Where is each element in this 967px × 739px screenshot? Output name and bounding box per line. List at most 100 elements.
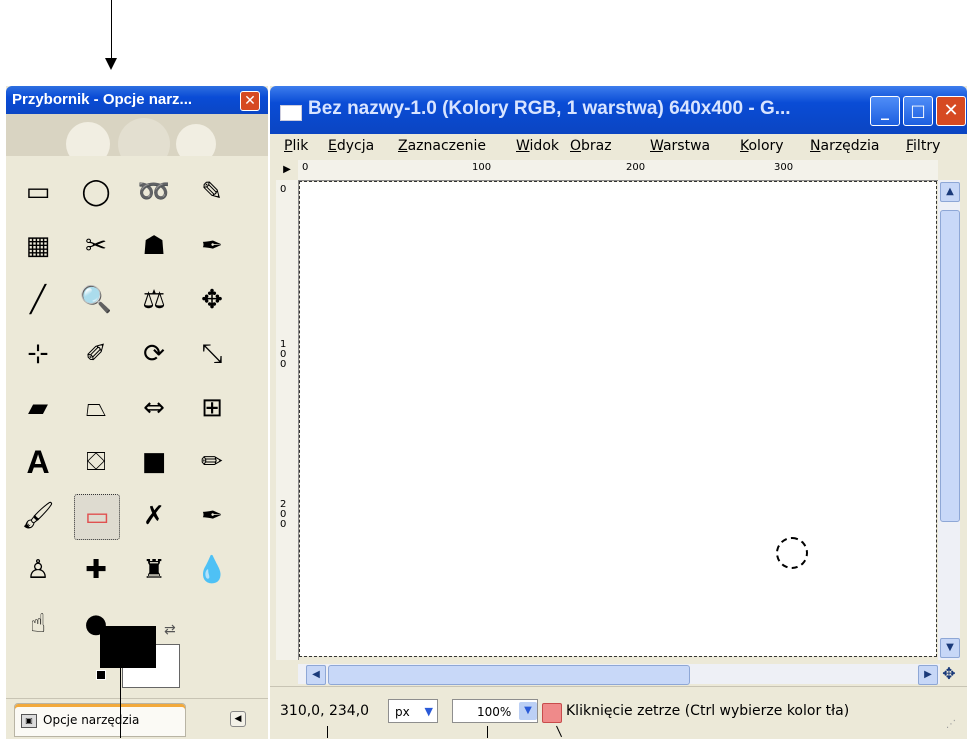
vertical-scroll-thumb[interactable] <box>940 210 960 522</box>
horizontal-scroll-thumb[interactable] <box>328 665 690 685</box>
select-by-color-tool-icon[interactable]: ▦ <box>16 224 60 268</box>
vertical-scrollbar[interactable]: ▲ ▼ <box>938 180 960 660</box>
unit-select[interactable]: px ▼ <box>388 699 438 723</box>
annotation-line-coords <box>327 726 328 738</box>
color-picker-tool-icon[interactable]: ╱ <box>16 278 60 322</box>
toolbox-tabbar: ▣ Opcje narzędzia ◀ <box>6 698 268 739</box>
horizontal-ruler[interactable]: 0 100 200 300 <box>298 160 938 181</box>
toolbox-window: Przybornik - Opcje narz... ✕ ▭ ◯ ➿ ✎ ▦ ✂ ☗ ✒ ╱ 🔍 ⚖… <box>6 86 268 739</box>
ruler-h-label: 300 <box>774 162 794 173</box>
crop-tool-icon[interactable]: ✐ <box>74 332 118 376</box>
eraser-status-icon <box>542 703 562 723</box>
status-hint: Kliknięcie zetrze (Ctrl wybierze kolor t… <box>566 703 850 719</box>
paintbrush-tool-icon[interactable]: 🖌 <box>16 494 60 538</box>
annotation-arrow-line <box>111 0 112 58</box>
menu-item-zaznaczenie[interactable]: Zaznaczenie <box>398 138 486 154</box>
menu-item-widok[interactable]: Widok <box>516 138 559 154</box>
pencil-tool-icon[interactable]: ✏ <box>190 440 234 484</box>
tab-menu-arrow-icon[interactable]: ◀ <box>230 711 246 727</box>
measure-tool-icon[interactable]: ⚖ <box>132 278 176 322</box>
image-close-button[interactable]: ✕ <box>936 96 966 126</box>
smudge-tool-icon[interactable]: ☝ <box>16 602 60 646</box>
scroll-left-icon[interactable]: ◀ <box>306 665 326 685</box>
foreground-color-swatch[interactable] <box>100 626 156 668</box>
menubar: Plik Edycja Zaznaczenie Widok Obraz Warstwa Ko… <box>270 134 967 160</box>
annotation-arrow-head <box>105 58 117 70</box>
scroll-right-icon[interactable]: ▶ <box>918 665 938 685</box>
scale-tool-icon[interactable]: ⤡ <box>190 332 234 376</box>
menu-item-kolory[interactable]: Kolory <box>740 138 784 154</box>
cage-transform-tool-icon[interactable]: ⊞ <box>190 386 234 430</box>
bucket-fill-tool-icon[interactable]: ⛋ <box>74 440 118 484</box>
maximize-button[interactable]: □ <box>903 96 933 126</box>
shear-tool-icon[interactable]: ▰ <box>16 386 60 430</box>
perspective-clone-tool-icon[interactable]: ♜ <box>132 548 176 592</box>
toolbox-titlebar[interactable]: Przybornik - Opcje narz... ✕ <box>6 86 268 114</box>
color-area[interactable]: ⇄ <box>94 622 184 690</box>
menu-item-edycja[interactable]: Edycja <box>328 138 374 154</box>
image-canvas[interactable] <box>299 181 937 657</box>
free-select-tool-icon[interactable]: ➿ <box>132 170 176 214</box>
rect-select-tool-icon[interactable]: ▭ <box>16 170 60 214</box>
eraser-brush-outline <box>776 537 808 569</box>
align-tool-icon[interactable]: ⊹ <box>16 332 60 376</box>
ruler-v-label: 0 <box>280 184 287 195</box>
clone-tool-icon[interactable]: ♙ <box>16 548 60 592</box>
fuzzy-select-tool-icon[interactable]: ✎ <box>190 170 234 214</box>
foreground-select-tool-icon[interactable]: ☗ <box>132 224 176 268</box>
eraser-tool-icon[interactable]: ▭ <box>74 494 120 540</box>
annotation-line-colors <box>120 648 121 738</box>
ellipse-select-tool-icon[interactable]: ◯ <box>74 170 118 214</box>
quick-mask-toggle-icon[interactable]: ▶ <box>276 160 298 180</box>
vertical-ruler[interactable]: 0 1 0 0 2 0 0 <box>276 180 299 660</box>
horizontal-scrollbar[interactable]: ◀ ▶ <box>298 664 940 685</box>
ruler-h-label: 0 <box>302 162 309 173</box>
rotate-tool-icon[interactable]: ⟳ <box>132 332 176 376</box>
window-icon <box>280 105 302 121</box>
tab-tool-options[interactable]: ▣ Opcje narzędzia <box>14 703 186 737</box>
ink-tool-icon[interactable]: ✒ <box>190 494 234 538</box>
paths-tool-icon[interactable]: ✒ <box>190 224 234 268</box>
move-tool-icon[interactable]: ✥ <box>190 278 234 322</box>
minimize-button[interactable]: _ <box>870 96 900 126</box>
resize-grip-icon[interactable]: ⋰ <box>946 719 956 730</box>
heal-tool-icon[interactable]: ✚ <box>74 548 118 592</box>
tab-tool-options-label: Opcje narzędzia <box>43 713 140 727</box>
chevron-down-icon[interactable]: ▼ <box>425 700 433 724</box>
annotation-line-zoom <box>487 726 488 738</box>
flip-tool-icon[interactable]: ⇔ <box>132 386 176 430</box>
menu-item-obraz[interactable]: Obraz <box>570 138 612 154</box>
airbrush-tool-icon[interactable]: ✗ <box>132 494 176 538</box>
menu-item-plik[interactable]: Plik <box>284 138 308 154</box>
scroll-down-icon[interactable]: ▼ <box>940 638 960 658</box>
menu-item-filtry[interactable]: Filtry <box>906 138 940 154</box>
ruler-v-label: 1 0 0 <box>280 339 287 370</box>
navigate-icon[interactable]: ✥ <box>938 664 960 684</box>
unit-value: px <box>395 705 410 719</box>
swap-colors-icon[interactable]: ⇄ <box>164 622 176 638</box>
image-window: Bez nazwy-1.0 (Kolory RGB, 1 warstwa) 64… <box>270 86 967 739</box>
ruler-h-label: 200 <box>626 162 646 173</box>
zoom-select[interactable]: 100% ▼ <box>452 699 538 723</box>
default-colors-icon[interactable] <box>96 670 106 680</box>
image-title: Bez nazwy-1.0 (Kolory RGB, 1 warstwa) 64… <box>308 98 791 119</box>
blur-sharpen-tool-icon[interactable]: 💧 <box>190 548 234 592</box>
statusbar: 310,0, 234,0 px ▼ 100% ▼ Kliknięcie zetr… <box>270 686 967 739</box>
menu-item-warstwa[interactable]: Warstwa <box>650 138 710 154</box>
image-titlebar[interactable]: Bez nazwy-1.0 (Kolory RGB, 1 warstwa) 64… <box>270 86 967 134</box>
ruler-h-label: 100 <box>472 162 492 173</box>
toolbox-close-button[interactable]: ✕ <box>240 91 260 111</box>
menu-item-narzędzia[interactable]: Narzędzia <box>810 138 880 154</box>
chevron-down-icon[interactable]: ▼ <box>519 702 537 720</box>
scroll-up-icon[interactable]: ▲ <box>940 182 960 202</box>
zoom-value: 100% <box>477 705 512 719</box>
wilber-logo <box>6 114 268 156</box>
pointer-coordinates: 310,0, 234,0 <box>280 703 370 719</box>
toolbox-title: Przybornik - Opcje narz... <box>12 91 193 108</box>
blend-tool-icon[interactable]: ■ <box>132 440 176 484</box>
text-tool-icon[interactable]: A <box>16 440 60 484</box>
ruler-v-label: 2 0 0 <box>280 499 287 530</box>
perspective-tool-icon[interactable]: ⏢ <box>74 386 118 430</box>
scissors-tool-icon[interactable]: ✂ <box>74 224 118 268</box>
zoom-tool-icon[interactable]: 🔍 <box>74 278 118 322</box>
